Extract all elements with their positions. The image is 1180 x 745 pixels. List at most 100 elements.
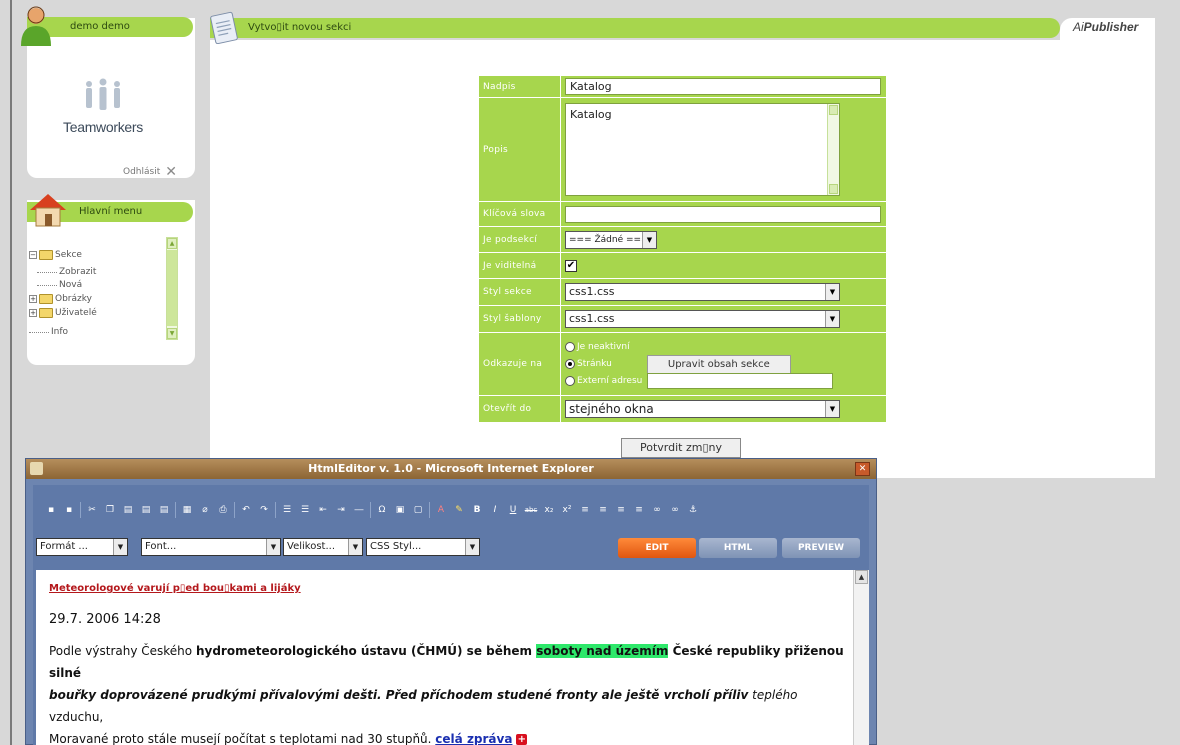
article-body: Podle výstrahy Českého hydrometeorologic… xyxy=(49,640,849,745)
save-icon[interactable]: ▪ xyxy=(44,503,58,517)
table-icon[interactable]: ▦ xyxy=(180,503,194,517)
expand-icon[interactable]: + xyxy=(29,309,37,317)
paste-icon[interactable]: ▤ xyxy=(121,503,135,517)
article-headline-link[interactable]: Meteorologové varují p▯ed bou▯kami a lij… xyxy=(49,583,869,594)
section-form: Nadpis Katalog Popis Katalog Klíčová slo… xyxy=(478,75,887,423)
open-in-select[interactable]: stejného okna ▼ xyxy=(565,400,840,418)
css-style-select[interactable]: CSS Styl... ▼ xyxy=(366,538,480,556)
edit-mode-button[interactable]: EDIT xyxy=(618,538,696,558)
chevron-down-icon: ▼ xyxy=(642,231,656,248)
radio-button[interactable] xyxy=(565,359,575,369)
justify-icon[interactable]: ≡ xyxy=(632,503,646,517)
tree-item-label: Zobrazit xyxy=(59,267,97,277)
link-option-inactive[interactable]: Je neaktivní xyxy=(565,339,886,356)
size-select[interactable]: Velikost... ▼ xyxy=(283,538,363,556)
html-mode-button[interactable]: HTML xyxy=(699,538,777,558)
flash-icon[interactable]: ▢ xyxy=(411,503,425,517)
paste-word-icon[interactable]: ▤ xyxy=(157,503,171,517)
edit-content-button[interactable]: Upravit obsah sekce xyxy=(646,354,791,374)
ordered-list-icon[interactable]: ☰ xyxy=(298,503,312,517)
radio-button[interactable] xyxy=(565,376,575,386)
indent-icon[interactable]: ⇥ xyxy=(334,503,348,517)
textarea-scrollbar[interactable] xyxy=(827,104,839,195)
visible-checkbox[interactable]: ✔ xyxy=(565,259,577,272)
tree-item-obrazky[interactable]: + Obrázky xyxy=(29,293,92,305)
ie-window-icon xyxy=(30,462,43,475)
strikethrough-icon[interactable]: abc xyxy=(524,503,538,517)
redo-icon[interactable]: ↷ xyxy=(257,503,271,517)
close-icon[interactable]: ✕ xyxy=(855,462,870,476)
article-text-segment: Moravané proto stále musejí počítat s te… xyxy=(49,732,436,745)
italic-icon[interactable]: I xyxy=(488,503,502,517)
keywords-input[interactable] xyxy=(565,205,881,223)
link-icon[interactable]: ∞ xyxy=(650,503,664,517)
link-option-page[interactable]: Stránku Upravit obsah sekce xyxy=(565,354,886,374)
tree-item-zobrazit[interactable]: Zobrazit xyxy=(37,266,96,278)
editor-scrollbar[interactable]: ▲ xyxy=(853,570,869,745)
format-select[interactable]: Formát ... ▼ xyxy=(36,538,128,556)
hr-icon[interactable]: ― xyxy=(352,503,366,517)
menu-tree: − Sekce Zobrazit Nová + Obrázky + Uživat… xyxy=(29,235,177,345)
unlink-icon[interactable]: ∞ xyxy=(668,503,682,517)
heading-label: Nadpis xyxy=(478,75,561,98)
window-title: HtmlEditor v. 1.0 - Microsoft Internet E… xyxy=(308,462,594,475)
full-article-link[interactable]: celá zpráva xyxy=(435,732,512,745)
scroll-down-icon[interactable]: ▼ xyxy=(167,328,177,339)
chevron-down-icon: ▼ xyxy=(348,539,362,555)
menu-tree-scrollbar[interactable]: ▲ ▼ xyxy=(166,237,178,340)
bold-icon[interactable]: B xyxy=(470,503,484,517)
teamworkers-logo-text: Teamworkers xyxy=(63,119,143,135)
logout-link[interactable]: Odhlásit ✕ xyxy=(123,164,177,180)
text-color-icon[interactable]: A xyxy=(434,503,448,517)
outdent-icon[interactable]: ⇤ xyxy=(316,503,330,517)
scroll-up-icon[interactable] xyxy=(829,105,838,115)
scrollbar-thumb[interactable] xyxy=(167,250,177,326)
highlight-icon[interactable]: ✎ xyxy=(452,503,466,517)
collapse-icon[interactable]: − xyxy=(29,251,37,259)
scroll-down-icon[interactable] xyxy=(829,184,838,194)
tree-item-uzivatele[interactable]: + Uživatelé xyxy=(29,307,97,319)
special-char-icon[interactable]: Ω xyxy=(375,503,389,517)
cut-icon[interactable]: ✂ xyxy=(85,503,99,517)
subscript-icon[interactable]: x₂ xyxy=(542,503,556,517)
font-select[interactable]: Font... ▼ xyxy=(141,538,281,556)
plus-icon[interactable]: + xyxy=(516,734,528,745)
paste-text-icon[interactable]: ▤ xyxy=(139,503,153,517)
editor-content-area[interactable]: Meteorologové varují p▯ed bou▯kami a lij… xyxy=(36,570,869,745)
radio-button[interactable] xyxy=(565,342,575,352)
subsection-select[interactable]: === Žádné === ▼ xyxy=(565,230,657,249)
save-as-icon[interactable]: ▪ xyxy=(62,503,76,517)
undo-icon[interactable]: ↶ xyxy=(239,503,253,517)
anchor-icon[interactable]: ⚓ xyxy=(686,503,700,517)
expand-icon[interactable]: + xyxy=(29,295,37,303)
align-right-icon[interactable]: ≡ xyxy=(614,503,628,517)
preview-mode-button[interactable]: PREVIEW xyxy=(782,538,860,558)
section-style-select[interactable]: css1.css ▼ xyxy=(565,283,840,301)
underline-icon[interactable]: U xyxy=(506,503,520,517)
copy-icon[interactable]: ❐ xyxy=(103,503,117,517)
tree-item-info[interactable]: Info xyxy=(29,326,68,338)
print-icon[interactable]: ⎙ xyxy=(216,503,230,517)
external-url-input[interactable] xyxy=(647,373,834,389)
image-icon[interactable]: ▣ xyxy=(393,503,407,517)
size-select-value: Velikost... xyxy=(287,541,335,552)
window-titlebar[interactable]: HtmlEditor v. 1.0 - Microsoft Internet E… xyxy=(26,459,876,479)
superscript-icon[interactable]: x² xyxy=(560,503,574,517)
align-center-icon[interactable]: ≡ xyxy=(596,503,610,517)
description-textarea[interactable]: Katalog xyxy=(565,103,840,196)
confirm-changes-button[interactable]: Potvrdit zm▯ny xyxy=(621,438,741,458)
article-bold-text: hydrometeorologického ústavu (ČHMÚ) se b… xyxy=(195,644,537,658)
article-text-segment: vzduchu, xyxy=(49,710,104,724)
scroll-up-icon[interactable]: ▲ xyxy=(167,238,177,249)
template-style-select[interactable]: css1.css ▼ xyxy=(565,310,840,328)
subsection-value: === Žádné === xyxy=(569,234,649,245)
scroll-up-icon[interactable]: ▲ xyxy=(855,570,868,584)
align-left-icon[interactable]: ≡ xyxy=(578,503,592,517)
eraser-icon[interactable]: ⌀ xyxy=(198,503,212,517)
unordered-list-icon[interactable]: ☰ xyxy=(280,503,294,517)
heading-input[interactable]: Katalog xyxy=(565,78,881,95)
tree-item-nova[interactable]: Nová xyxy=(37,279,82,291)
link-option-external[interactable]: Externí adresu xyxy=(565,373,886,390)
subsection-label: Je podsekcí xyxy=(478,226,561,253)
tree-item-sekce[interactable]: − Sekce xyxy=(29,249,82,261)
